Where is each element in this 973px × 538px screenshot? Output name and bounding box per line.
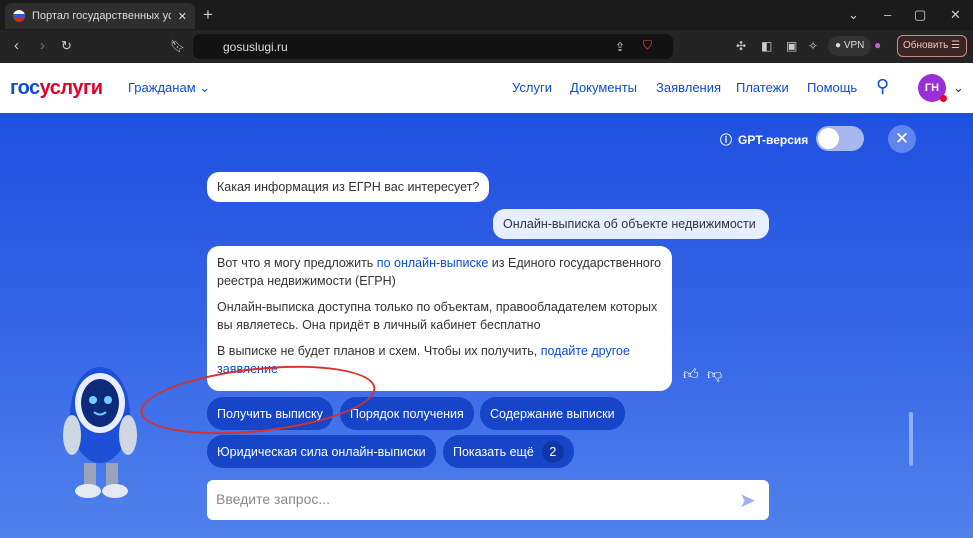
show-more-count: 2 (541, 440, 564, 463)
tab-list-icon[interactable]: ⌄ (848, 7, 859, 23)
maximize-button[interactable]: ▢ (914, 7, 926, 23)
avatar[interactable]: ГН (918, 74, 947, 102)
gosuslugi-logo[interactable]: госуслуги (10, 77, 103, 100)
nav-help[interactable]: Помощь (807, 80, 857, 95)
audience-dropdown[interactable]: Гражданам ⌄ (128, 80, 210, 96)
nav-documents[interactable]: Документы (570, 80, 637, 95)
reload-button[interactable]: ↻ (61, 38, 72, 54)
forward-button[interactable]: › (40, 37, 45, 54)
chat-scrollbar[interactable] (909, 412, 913, 466)
back-button[interactable]: ‹ (14, 37, 19, 54)
bot-message: Какая информация из ЕГРН вас интересует? (207, 172, 490, 202)
nav-payments[interactable]: Платежи (736, 80, 789, 95)
sidebar-icon[interactable]: ◧ (761, 39, 772, 53)
share-icon[interactable]: ⇪ (615, 40, 625, 54)
close-chat-button[interactable]: ✕ (888, 125, 916, 153)
user-message: Онлайн-выписка об объекте недвижимости (493, 209, 769, 239)
thumbs-down-icon[interactable]: 👎︎ (707, 366, 722, 384)
info-icon[interactable]: ⓘ (720, 131, 732, 148)
brave-shield-icon[interactable]: ⛉ (643, 38, 652, 53)
leo-ai-icon[interactable]: ✧ (808, 39, 818, 53)
gpt-version-label: ⓘ GPT-версия (720, 131, 809, 148)
robot-mascot (63, 367, 137, 498)
show-more-button[interactable]: Показать ещё 2 (443, 435, 574, 468)
url-field[interactable]: gosuslugi.ru (193, 34, 673, 59)
vpn-button[interactable]: ● VPN (828, 36, 872, 56)
account-chevron-icon[interactable]: ⌄ (953, 80, 964, 96)
suggestion-contents[interactable]: Содержание выписки (480, 397, 625, 430)
thumbs-up-icon[interactable]: 👍︎ (683, 366, 699, 384)
send-icon[interactable]: ➤ (739, 488, 756, 513)
minimize-button[interactable]: – (884, 7, 891, 22)
update-button[interactable]: Обновить ☰ (897, 35, 967, 57)
chevron-down-icon: ⌄ (199, 80, 211, 95)
chat-input[interactable]: Введите запрос... (207, 480, 769, 520)
close-window-button[interactable]: ✕ (950, 7, 961, 23)
close-tab-icon[interactable]: ✕ (178, 10, 187, 23)
search-icon[interactable]: ⚲ (876, 76, 889, 97)
browser-tab[interactable]: Портал государственных услуг✕ (5, 3, 195, 29)
nav-services[interactable]: Услуги (512, 80, 552, 95)
wallet-icon[interactable]: ▣ (786, 39, 797, 53)
online-extract-link[interactable]: по онлайн-выписке (377, 256, 489, 270)
bookmark-icon[interactable]: 🔖︎ (170, 39, 185, 53)
suggestion-legal-force[interactable]: Юридическая сила онлайн-выписки (207, 435, 436, 468)
profile-icon[interactable]: ● (874, 38, 881, 52)
notification-dot (940, 95, 947, 102)
browser-tab-bar: Портал государственных услуг✕ + ⌄ – ▢ ✕ (0, 0, 973, 30)
nav-applications[interactable]: Заявления (656, 80, 721, 95)
new-tab-button[interactable]: + (203, 5, 213, 25)
gpt-toggle[interactable] (816, 126, 864, 151)
extensions-icon[interactable]: ✣ (736, 39, 746, 53)
toggle-knob (818, 128, 839, 149)
favicon-icon (13, 10, 25, 22)
site-header: госуслуги Гражданам ⌄ Услуги Документы З… (0, 63, 973, 113)
